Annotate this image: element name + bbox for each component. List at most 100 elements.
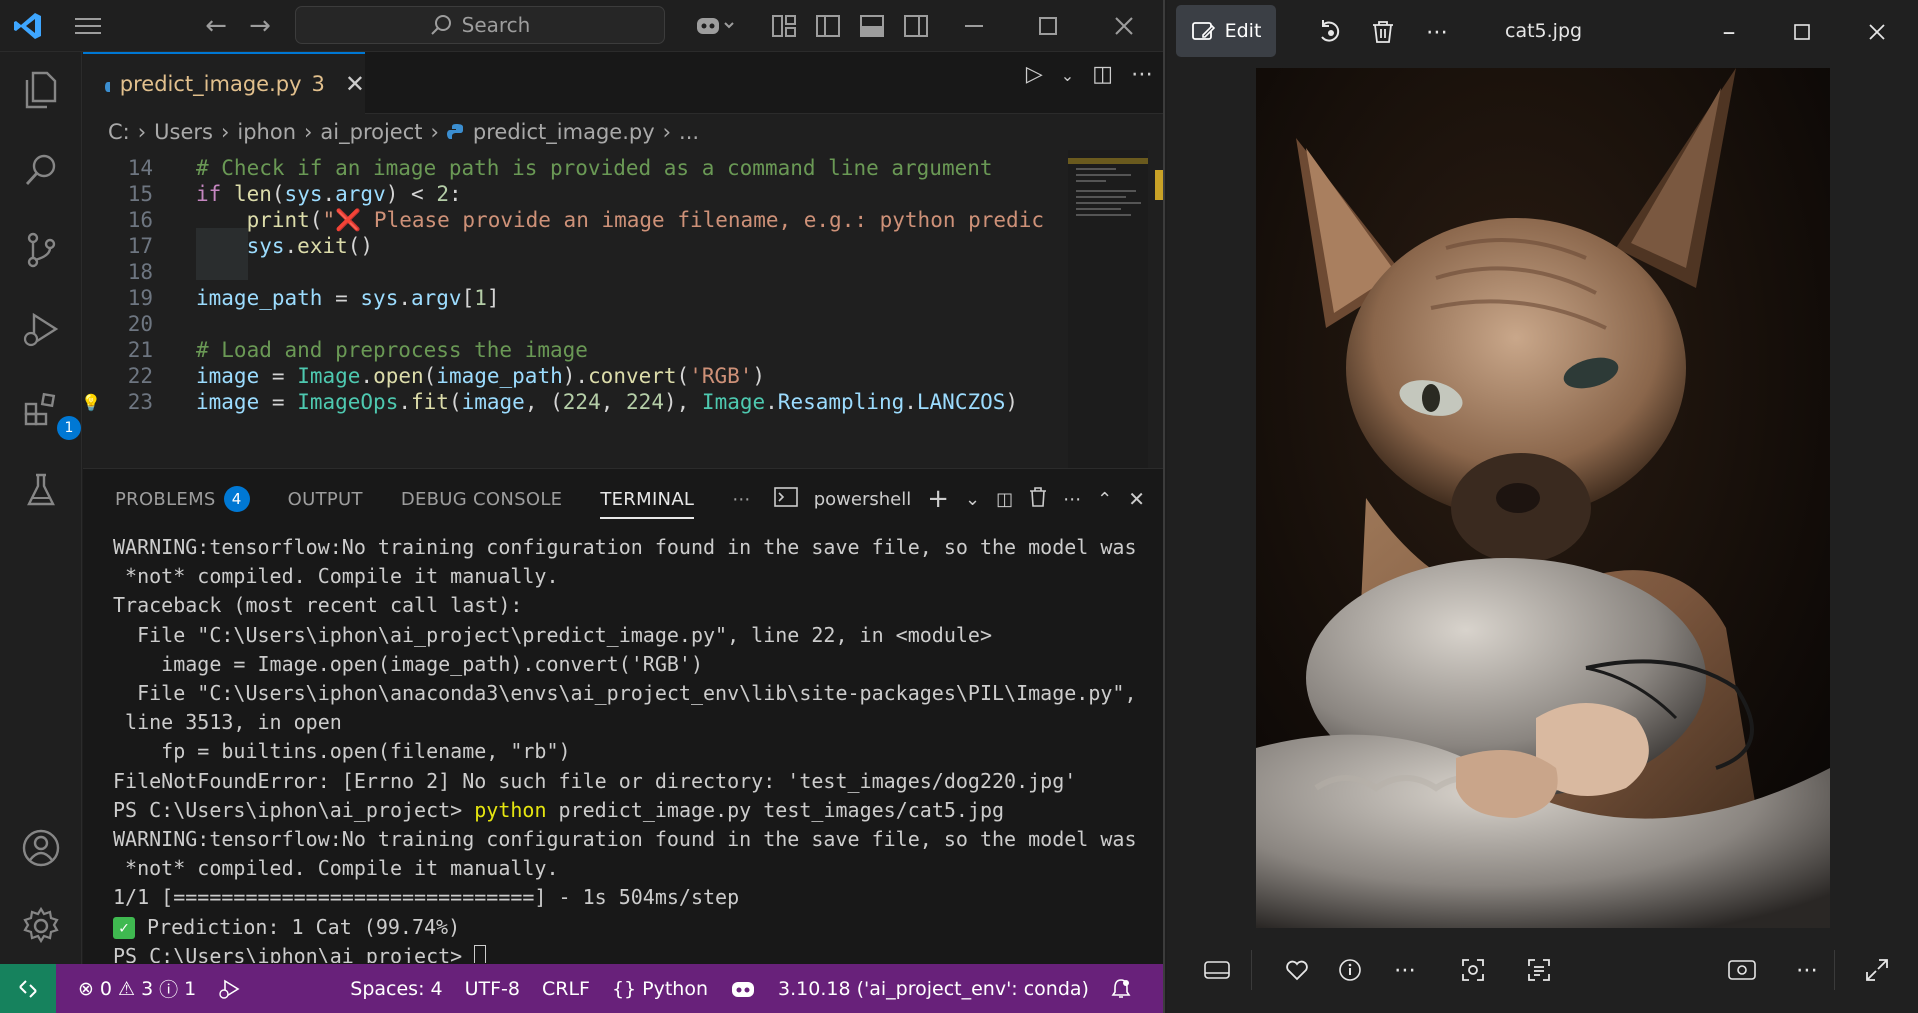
split-terminal-icon[interactable]: ◫ <box>996 489 1013 510</box>
full-screen-expand-icon[interactable] <box>1857 950 1897 990</box>
breadcrumb-drive[interactable]: C: <box>108 120 130 144</box>
favorite-heart-icon[interactable] <box>1277 950 1317 990</box>
breadcrumb-users[interactable]: Users <box>154 120 213 144</box>
vscode-window: ← → Search 1 predict_image.py 3 ✕ ▷ ⌄ ◫ … <box>0 0 1165 1013</box>
terminal-line: 1/1 [==============================] - 1… <box>113 885 740 910</box>
code-text: image_path = sys.argv[1] <box>196 286 500 310</box>
command-center-search[interactable]: Search <box>295 6 665 44</box>
split-editor-icon[interactable]: ◫ <box>1092 62 1113 87</box>
kill-terminal-trash-icon[interactable] <box>1029 486 1047 512</box>
settings-gear-icon[interactable] <box>17 902 65 950</box>
menu-icon[interactable] <box>72 10 104 42</box>
eol-status[interactable]: CRLF <box>542 978 590 1000</box>
toggle-secondary-sidebar-icon[interactable] <box>900 10 932 42</box>
accounts-icon[interactable] <box>17 824 65 872</box>
tab-label: OUTPUT <box>287 488 363 510</box>
terminal-line: FileNotFoundError: [Errno 2] No such fil… <box>113 768 1077 793</box>
panel-more-actions-icon[interactable]: ⋯ <box>1063 489 1081 510</box>
terminal-line: File "C:\Users\iphon\anaconda3\envs\ai_p… <box>113 681 1137 706</box>
tab-problems[interactable]: PROBLEMS 4 <box>115 469 250 529</box>
run-python-file-icon[interactable]: ▷ <box>1026 62 1043 87</box>
toggle-primary-sidebar-icon[interactable] <box>812 10 844 42</box>
terminal-line: *not* compiled. Compile it manually. <box>113 856 559 881</box>
copilot-icon[interactable] <box>690 10 740 42</box>
notifications-bell-icon[interactable] <box>1111 978 1131 1000</box>
more-options-icon[interactable]: ⋯ <box>1787 950 1827 990</box>
breadcrumb-symbol[interactable]: ... <box>679 120 699 144</box>
maximize-icon[interactable] <box>1784 14 1820 50</box>
run-debug-icon[interactable] <box>17 306 65 354</box>
breadcrumb-file[interactable]: predict_image.py <box>473 120 655 144</box>
panel-more-icon[interactable]: ⋯ <box>732 469 750 529</box>
testing-icon[interactable] <box>17 466 65 514</box>
fit-to-window-icon[interactable] <box>1722 950 1762 990</box>
search-icon <box>430 15 451 35</box>
terminal-command-keyword: python <box>474 797 547 822</box>
code-line[interactable]: 23 image = ImageOps.fit(image, (224, 224)… <box>83 386 1018 418</box>
language-mode-status[interactable]: {} Python <box>612 978 708 1000</box>
photos-bottom-toolbar: ⋯ ⋯ <box>1167 928 1918 1013</box>
source-control-icon[interactable] <box>17 226 65 274</box>
remote-indicator-icon[interactable] <box>0 964 56 1013</box>
new-terminal-plus-icon[interactable]: + <box>927 484 949 514</box>
debug-status-icon[interactable] <box>218 978 240 1000</box>
close-window-icon[interactable] <box>1108 10 1140 42</box>
tab-terminal[interactable]: TERMINAL <box>600 469 695 529</box>
close-panel-icon[interactable]: ✕ <box>1128 487 1145 511</box>
chevron-right-icon: › <box>662 120 672 144</box>
scan-text-icon[interactable] <box>1519 950 1559 990</box>
terminal-shell-name[interactable]: powershell <box>814 489 912 510</box>
error-icon: ⊗ <box>78 977 94 1000</box>
back-arrow-icon[interactable]: ← <box>200 10 232 42</box>
close-tab-icon[interactable]: ✕ <box>345 70 365 98</box>
breadcrumb-iphon[interactable]: iphon <box>237 120 296 144</box>
terminal-actions: powershell + ⌄ ◫ ⋯ ⌃ ✕ <box>773 469 1145 529</box>
close-window-icon[interactable] <box>1859 14 1895 50</box>
terminal-dropdown-chevron-icon[interactable]: ⌄ <box>965 489 980 510</box>
delete-trash-icon[interactable] <box>1365 14 1401 50</box>
explorer-icon[interactable] <box>17 66 65 114</box>
more-actions-icon[interactable]: ⋯ <box>1131 62 1153 87</box>
encoding-status[interactable]: UTF-8 <box>465 978 520 1000</box>
minimize-icon[interactable] <box>958 10 990 42</box>
minimap[interactable] <box>1068 150 1148 468</box>
indentation-status[interactable]: Spaces: 4 <box>350 978 442 1000</box>
terminal-line: WARNING:tensorflow:No training configura… <box>113 535 1137 559</box>
terminal-output[interactable]: WARNING:tensorflow:No training configura… <box>113 533 1153 963</box>
edit-button[interactable]: Edit <box>1176 5 1276 57</box>
maximize-icon[interactable] <box>1032 10 1064 42</box>
run-dropdown-chevron-icon[interactable]: ⌄ <box>1061 66 1074 87</box>
chevron-right-icon: › <box>220 120 230 144</box>
terminal-final-prompt: PS C:\Users\iphon\ai_project> <box>113 942 1153 963</box>
lightbulb-icon[interactable]: 💡 <box>83 393 101 412</box>
search-icon[interactable] <box>17 146 65 194</box>
tab-output[interactable]: OUTPUT <box>288 469 363 529</box>
extensions-icon[interactable]: 1 <box>17 386 81 440</box>
maximize-panel-chevron-up-icon[interactable]: ⌃ <box>1097 489 1112 510</box>
more-options-icon[interactable]: ⋯ <box>1385 950 1425 990</box>
code-editor[interactable]: 14 # Check if an image path is provided a… <box>83 150 1163 468</box>
rotate-icon[interactable] <box>1312 14 1348 50</box>
more-options-icon[interactable]: ⋯ <box>1419 14 1455 50</box>
problems-status[interactable]: ⊗ 0 ⚠ 3 ⓘ 1 <box>78 975 196 1002</box>
python-interpreter-status[interactable]: 3.10.18 ('ai_project_env': conda) <box>778 978 1089 1000</box>
minimize-icon[interactable]: – <box>1711 14 1747 50</box>
tab-predict-image[interactable]: predict_image.py 3 ✕ <box>83 52 365 114</box>
copilot-status-icon[interactable] <box>730 979 756 999</box>
line-number: 15 <box>127 182 153 206</box>
file-info-icon[interactable] <box>1330 950 1370 990</box>
status-bar: ⊗ 0 ⚠ 3 ⓘ 1 Spaces: 4 UTF-8 CRLF {} Python … <box>0 964 1163 1013</box>
toggle-panel-icon[interactable] <box>856 10 888 42</box>
breadcrumb-ai-project[interactable]: ai_project <box>320 120 422 144</box>
visual-search-icon[interactable] <box>1453 950 1493 990</box>
filmstrip-icon[interactable] <box>1197 950 1237 990</box>
tab-label: PROBLEMS <box>115 488 216 510</box>
customize-layout-icon[interactable] <box>768 10 800 42</box>
cat-photo[interactable] <box>1256 68 1830 928</box>
warning-count: 3 <box>141 977 154 1000</box>
tab-debug-console[interactable]: DEBUG CONSOLE <box>401 469 563 529</box>
activity-bar: 1 <box>0 52 82 964</box>
forward-arrow-icon[interactable]: → <box>244 10 276 42</box>
edit-image-icon <box>1191 22 1215 40</box>
prediction-text: Prediction: 1 Cat (99.74%) <box>147 914 461 939</box>
